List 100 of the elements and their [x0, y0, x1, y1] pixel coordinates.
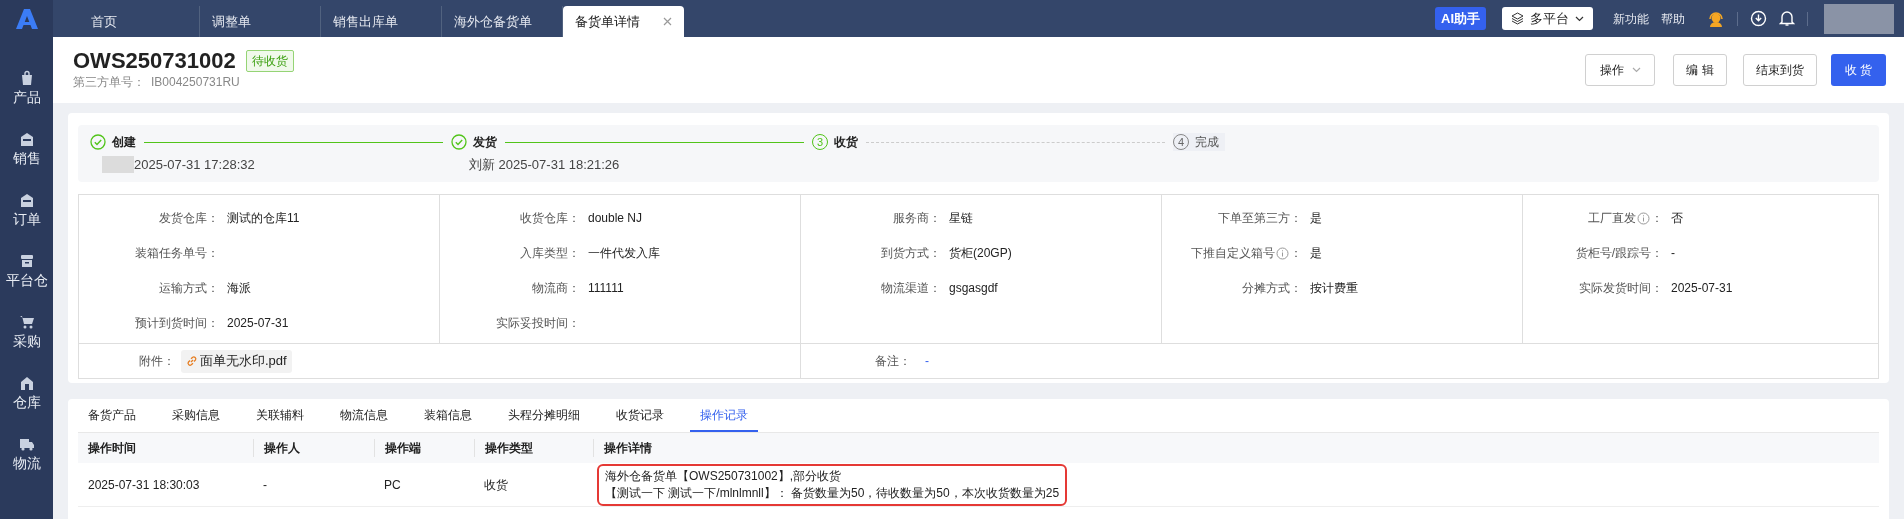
platform-select[interactable]: 多平台: [1502, 7, 1593, 30]
field-value: 海派: [227, 280, 251, 297]
field-value: -: [1671, 245, 1675, 262]
field-label: 下推自定义箱号: [1191, 245, 1275, 262]
link-icon: [186, 355, 198, 367]
chevron-down-icon: [1575, 15, 1584, 22]
field-label: 实际发货时间: [1579, 280, 1651, 297]
ai-assistant-button[interactable]: AI助手: [1435, 7, 1486, 30]
action-button[interactable]: 编 辑: [1673, 54, 1727, 86]
sidebar-item[interactable]: 仓库: [12, 395, 41, 409]
field-label: 服务商: [893, 210, 929, 227]
field-label: 入库类型: [520, 245, 568, 262]
detail-line: 海外仓备货单【OWS250731002】,部分收货: [605, 467, 843, 485]
cart-icon: [18, 314, 35, 330]
column-header: 操作端: [385, 441, 421, 455]
field-label: 货柜号/跟踪号: [1575, 245, 1651, 262]
label-colon: ：: [899, 353, 911, 370]
attachment-link[interactable]: 面单无水印.pdf: [181, 349, 292, 373]
step-detail: 2025-07-31 17:28:32: [134, 156, 255, 174]
detail-tab[interactable]: 装箱信息: [414, 399, 482, 432]
field-value: 否: [1671, 210, 1683, 227]
field-label: 装箱任务单号: [135, 245, 207, 262]
support-agent-icon[interactable]: [1707, 9, 1725, 28]
detail-tab[interactable]: 物流信息: [330, 399, 398, 432]
header-link[interactable]: 新功能: [1613, 9, 1649, 28]
user-avatar[interactable]: [1824, 3, 1894, 34]
field-value: 货柜(20GP): [949, 245, 1012, 262]
sidebar-item[interactable]: 采购: [12, 334, 41, 348]
label-colon: ：: [207, 210, 219, 227]
table-cell: 收货: [484, 477, 508, 492]
label-colon: ：: [207, 280, 219, 297]
field-value: 一件代发入库: [588, 245, 660, 262]
header-link[interactable]: 帮助: [1661, 9, 1685, 28]
field-label: 第三方单号：: [73, 73, 145, 91]
field-label: 到货方式: [881, 245, 929, 262]
field-value: 是: [1310, 245, 1322, 262]
column-header: 操作人: [264, 441, 300, 455]
field-label: 工厂直发: [1588, 210, 1636, 227]
table-cell: 2025-07-31 18:30:03: [88, 477, 200, 492]
download-icon[interactable]: [1750, 10, 1767, 27]
field-value: 2025-07-31: [1671, 280, 1733, 297]
step-detail: 刘新 2025-07-31 18:21:26: [468, 156, 620, 174]
label-colon: ：: [568, 210, 580, 227]
label-colon: ：: [1651, 210, 1663, 227]
sidebar-item[interactable]: 平台仓: [5, 273, 48, 287]
field-value: double NJ: [588, 210, 643, 227]
sidebar-item[interactable]: 销售: [12, 151, 41, 165]
label-colon: ：: [568, 280, 580, 297]
warehouse-icon: [18, 375, 35, 391]
step-label: 创建: [112, 134, 136, 151]
field-label: 备注: [875, 353, 899, 370]
label-colon: ：: [1290, 280, 1302, 297]
sidebar-item[interactable]: 订单: [12, 212, 41, 226]
detail-tab[interactable]: 备货产品: [78, 399, 146, 432]
action-button[interactable]: 收 货: [1830, 54, 1886, 86]
detail-tab[interactable]: 头程分摊明细: [498, 399, 590, 432]
field-label: 物流渠道: [881, 280, 929, 297]
field-label: 附件: [139, 353, 163, 370]
field-value: 2025-07-31: [227, 315, 289, 332]
field-label: 预计到货时间: [135, 315, 207, 332]
table-cell: PC: [384, 477, 401, 492]
field-value: 按计费重: [1310, 280, 1358, 297]
field-label: 物流商: [532, 280, 568, 297]
field-value: gsgasgdf: [949, 280, 998, 297]
label-colon: ：: [1651, 245, 1663, 262]
field-value: 是: [1310, 210, 1322, 227]
detail-tab[interactable]: 采购信息: [162, 399, 230, 432]
actions-dropdown[interactable]: 操作: [1585, 54, 1656, 86]
bell-icon[interactable]: [1779, 10, 1795, 27]
column-header: 操作详情: [604, 441, 652, 455]
table-cell: -: [263, 477, 267, 492]
page-tab[interactable]: 备货单详情: [563, 6, 684, 37]
order-title: OWS250731002: [73, 49, 236, 72]
field-value: -: [925, 353, 929, 370]
field-label: 分摊方式: [1242, 280, 1290, 297]
detail-tab[interactable]: 收货记录: [606, 399, 674, 432]
label-colon: ：: [207, 315, 219, 332]
label-colon: ：: [1290, 210, 1302, 227]
label-colon: ：: [568, 315, 580, 332]
sidebar-item[interactable]: 物流: [12, 456, 41, 470]
layers-icon: [1511, 12, 1524, 25]
column-header: 操作类型: [485, 441, 533, 455]
sidebar-item[interactable]: 产品: [12, 90, 41, 104]
column-header: 操作时间: [88, 441, 136, 455]
field-value: 测试的仓库11: [227, 210, 300, 227]
close-icon[interactable]: [663, 17, 672, 26]
detail-tab[interactable]: 关联辅料: [246, 399, 314, 432]
action-button[interactable]: 结束到货: [1742, 54, 1817, 86]
field-label: 发货仓库: [159, 210, 207, 227]
field-value: 星链: [949, 210, 973, 227]
label-colon: ：: [568, 245, 580, 262]
label-colon: ：: [207, 245, 219, 262]
truck-icon: [18, 436, 35, 452]
chevron-down-icon: [1631, 67, 1641, 73]
step-label: 完成: [1195, 134, 1219, 151]
app-logo: [14, 7, 39, 30]
label-colon: ：: [1290, 245, 1302, 262]
field-label: 运输方式: [159, 280, 207, 297]
label-colon: ：: [163, 353, 175, 370]
label-colon: ：: [1651, 280, 1663, 297]
